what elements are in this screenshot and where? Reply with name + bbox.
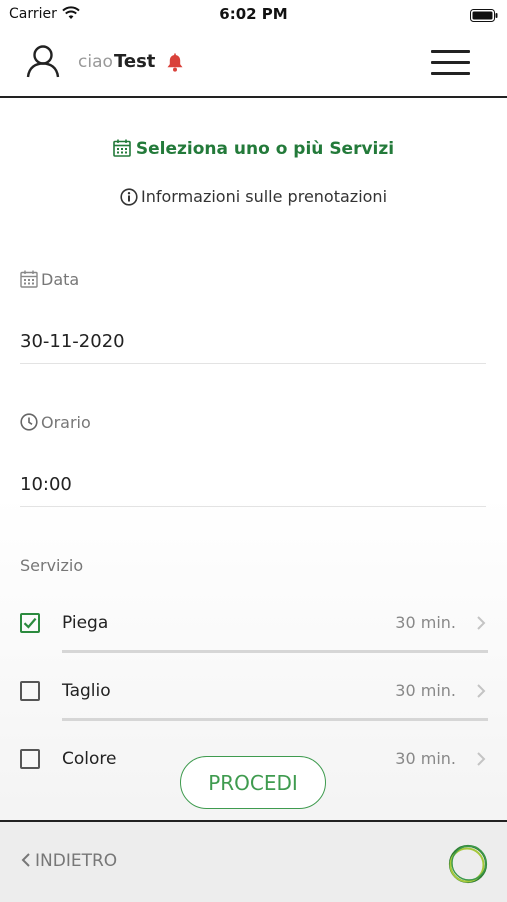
service-checkbox[interactable] — [20, 613, 40, 633]
booking-info-text: Informazioni sulle prenotazioni — [140, 187, 388, 206]
status-bar: Carrier 6:02 PM — [0, 0, 507, 28]
service-name: Taglio — [62, 681, 111, 701]
clock-icon — [20, 413, 38, 431]
app-header: ciao Test — [0, 28, 507, 98]
service-name: Piega — [62, 613, 109, 633]
service-duration: 30 min. — [395, 613, 456, 632]
service-divider — [62, 718, 488, 721]
chevron-right-icon — [476, 615, 486, 635]
greeting-text: ciao — [78, 52, 113, 72]
date-label-text: Data — [41, 270, 80, 289]
service-section-label: Servizio — [20, 556, 84, 575]
chevron-left-icon — [21, 853, 30, 867]
user-icon[interactable] — [26, 44, 60, 82]
service-checkbox[interactable] — [20, 681, 40, 701]
page-title: Seleziona uno o più Servizi — [0, 139, 507, 159]
service-divider — [62, 650, 488, 653]
service-name: Colore — [62, 749, 117, 769]
hamburger-menu-icon[interactable] — [431, 45, 471, 77]
battery-icon — [470, 7, 498, 26]
checkmark-icon — [23, 617, 37, 629]
back-button-label: INDIETRO — [35, 851, 118, 871]
service-row-piega[interactable]: Piega 30 min. — [20, 607, 488, 643]
date-field[interactable]: 30-11-2020 — [20, 331, 486, 364]
brand-logo — [446, 842, 490, 890]
page-title-text: Seleziona uno o più Servizi — [135, 139, 395, 159]
calendar-icon — [20, 270, 38, 288]
back-button[interactable]: INDIETRO — [21, 851, 117, 871]
service-duration: 30 min. — [395, 681, 456, 700]
service-row-taglio[interactable]: Taglio 30 min. — [20, 675, 488, 711]
chevron-right-icon — [476, 683, 486, 703]
time-field[interactable]: 10:00 — [20, 474, 486, 507]
time-label: Orario — [20, 413, 91, 432]
calendar-icon — [113, 139, 131, 157]
chevron-right-icon — [476, 751, 486, 771]
username-text: Test — [114, 51, 156, 72]
booking-info-link[interactable]: Informazioni sulle prenotazioni — [0, 187, 507, 206]
service-duration: 30 min. — [395, 749, 456, 768]
service-checkbox[interactable] — [20, 749, 40, 769]
date-label: Data — [20, 270, 79, 289]
clock: 6:02 PM — [219, 5, 288, 23]
proceed-button[interactable]: PROCEDI — [180, 756, 326, 809]
time-label-text: Orario — [41, 413, 91, 432]
bottom-bar: INDIETRO — [0, 820, 507, 902]
bell-icon[interactable] — [165, 53, 185, 77]
info-icon — [120, 188, 138, 206]
